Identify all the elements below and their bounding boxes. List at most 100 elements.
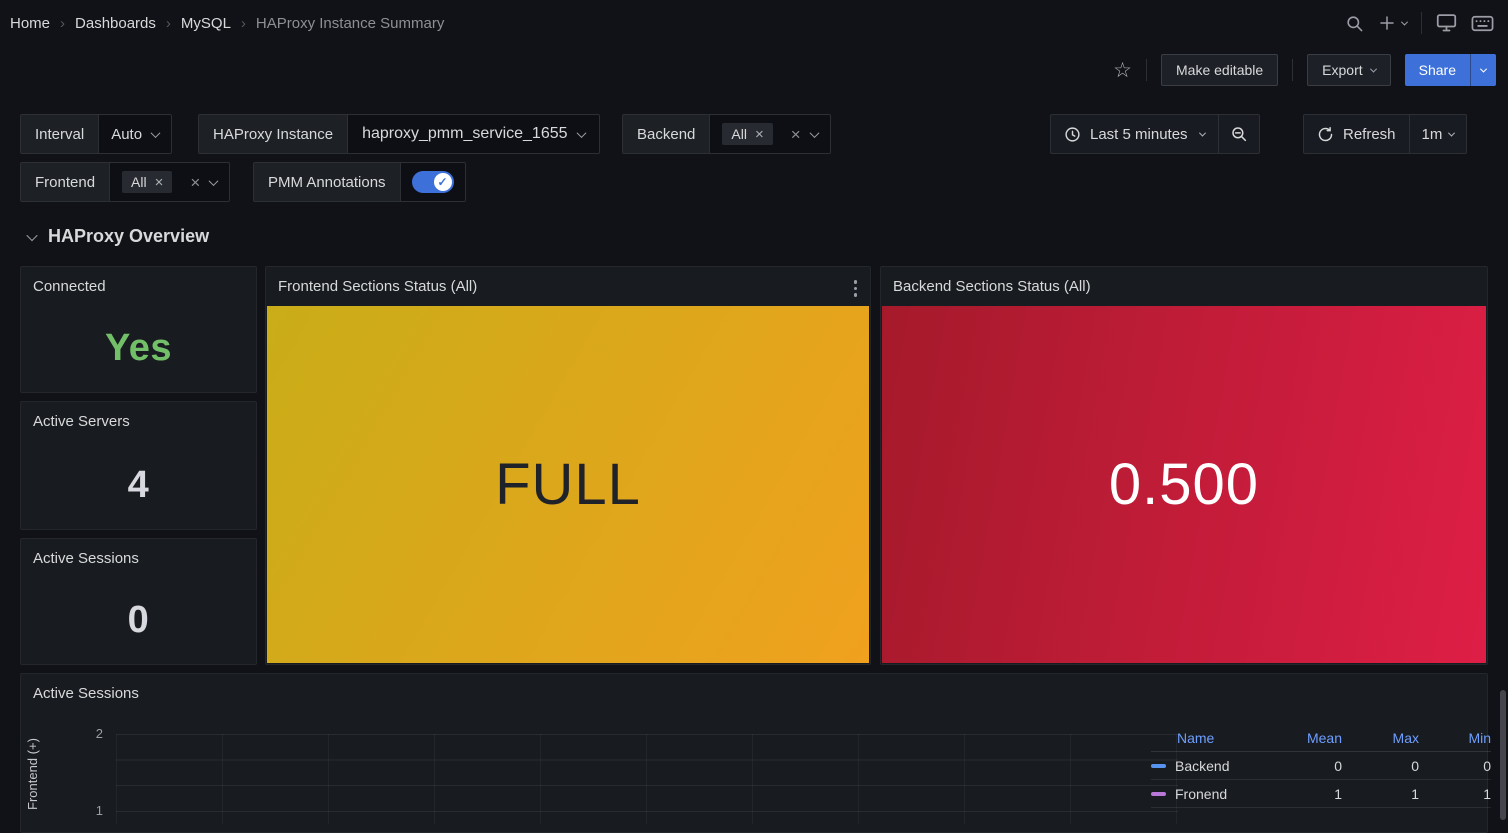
legend-col-max[interactable]: Max: [1342, 730, 1419, 746]
frontend-control: Frontend All × ×: [20, 162, 230, 202]
panel-title[interactable]: Backend Sections Status (All): [881, 267, 1487, 305]
haproxy-instance-value: haproxy_pmm_service_1655: [362, 125, 567, 143]
frontend-status-body: FULL: [267, 306, 869, 663]
breadcrumb-separator: ›: [166, 15, 171, 32]
legend-max-value: 1: [1342, 786, 1419, 802]
interval-select[interactable]: Auto: [99, 115, 171, 153]
backend-sections-status-panel: Backend Sections Status (All) 0.500: [880, 266, 1488, 665]
legend-min-value: 1: [1419, 786, 1491, 802]
make-editable-button[interactable]: Make editable: [1161, 54, 1278, 86]
panel-menu-icon[interactable]: [851, 277, 861, 300]
chevron-down-icon: [1401, 18, 1408, 25]
active-sessions-value: 0: [21, 599, 256, 642]
legend-mean-value: 0: [1262, 758, 1342, 774]
share-button-group: Share: [1405, 54, 1496, 86]
refresh-button[interactable]: Refresh: [1304, 115, 1409, 153]
series-color-swatch: [1151, 792, 1166, 796]
y-axis-label: Frontend (+): [25, 729, 43, 819]
active-sessions-stat-panel: Active Sessions 0: [20, 538, 257, 665]
legend-row-backend: Backend 0 0 0: [1151, 752, 1491, 780]
pmm-annotations-control: PMM Annotations ✓: [253, 162, 466, 202]
legend-series-name[interactable]: Backend: [1175, 758, 1229, 774]
interval-label: Interval: [21, 115, 99, 153]
legend-mean-value: 1: [1262, 786, 1342, 802]
refresh-icon: [1317, 126, 1334, 143]
time-picker-group: Last 5 minutes: [1050, 114, 1260, 154]
refresh-group: Refresh 1m: [1303, 114, 1467, 154]
panel-title[interactable]: Connected: [21, 267, 256, 305]
chevron-down-icon: [1480, 65, 1487, 72]
refresh-label: Refresh: [1343, 126, 1396, 143]
share-dropdown-button[interactable]: [1470, 54, 1496, 86]
y-axis-tick: 2: [73, 726, 103, 741]
breadcrumb-mysql[interactable]: MySQL: [181, 15, 231, 32]
legend-table: Name Mean Max Min Backend 0 0 0 Fronend …: [1151, 724, 1491, 808]
panel-title[interactable]: Active Sessions: [21, 539, 256, 577]
check-icon: ✓: [434, 173, 452, 191]
clock-icon: [1064, 126, 1081, 143]
export-button-label: Export: [1322, 62, 1362, 78]
add-menu-button[interactable]: [1378, 14, 1407, 32]
breadcrumb-home[interactable]: Home: [10, 15, 50, 32]
chevron-down-icon: [576, 128, 586, 138]
breadcrumb-current-page: HAProxy Instance Summary: [256, 15, 444, 32]
pmm-annotations-label: PMM Annotations: [254, 163, 401, 201]
section-haproxy-overview[interactable]: HAProxy Overview: [28, 226, 209, 247]
zoom-out-button[interactable]: [1219, 115, 1259, 153]
frontend-select[interactable]: All × ×: [110, 163, 229, 201]
export-button[interactable]: Export: [1307, 54, 1390, 86]
connected-value: Yes: [21, 327, 256, 370]
divider: [1146, 59, 1147, 81]
breadcrumb: Home › Dashboards › MySQL › HAProxy Inst…: [10, 15, 444, 32]
legend-col-name[interactable]: Name: [1151, 730, 1262, 746]
pmm-annotations-toggle-area: ✓: [401, 163, 465, 201]
breadcrumb-separator: ›: [241, 15, 246, 32]
plus-icon: [1378, 14, 1396, 32]
chart-plot-area[interactable]: [116, 734, 1178, 824]
backend-label: Backend: [623, 115, 710, 153]
remove-value-icon[interactable]: ×: [155, 175, 164, 190]
remove-value-icon[interactable]: ×: [755, 127, 764, 142]
frontend-chip-label: All: [131, 174, 147, 190]
backend-selected-chip[interactable]: All ×: [722, 123, 772, 145]
share-button[interactable]: Share: [1405, 54, 1470, 86]
time-range-label: Last 5 minutes: [1090, 126, 1188, 143]
monitor-icon[interactable]: [1436, 13, 1457, 33]
section-title: HAProxy Overview: [48, 226, 209, 247]
breadcrumb-dashboards[interactable]: Dashboards: [75, 15, 156, 32]
active-servers-panel: Active Servers 4: [20, 401, 257, 530]
frontend-selected-chip[interactable]: All ×: [122, 171, 172, 193]
pmm-annotations-toggle[interactable]: ✓: [412, 171, 454, 193]
haproxy-instance-label: HAProxy Instance: [199, 115, 348, 153]
keyboard-icon[interactable]: [1471, 15, 1494, 32]
frontend-status-value: FULL: [495, 451, 641, 518]
legend-series-name[interactable]: Fronend: [1175, 786, 1227, 802]
legend-col-min[interactable]: Min: [1419, 730, 1491, 746]
haproxy-instance-control: HAProxy Instance haproxy_pmm_service_165…: [198, 114, 600, 154]
star-favorite-icon[interactable]: ☆: [1113, 60, 1132, 81]
clear-all-icon[interactable]: ×: [791, 126, 801, 143]
backend-select[interactable]: All × ×: [710, 115, 829, 153]
frontend-sections-status-panel: Frontend Sections Status (All) FULL: [265, 266, 871, 665]
panel-title[interactable]: Active Sessions: [21, 674, 1487, 712]
dashboard-action-toolbar: ☆ Make editable Export Share: [0, 46, 1508, 94]
refresh-interval-select[interactable]: 1m: [1410, 115, 1467, 153]
chevron-down-icon: [809, 128, 819, 138]
panel-title[interactable]: Active Servers: [21, 402, 256, 440]
search-icon[interactable]: [1345, 14, 1364, 33]
panel-title[interactable]: Frontend Sections Status (All): [266, 267, 870, 305]
legend-max-value: 0: [1342, 758, 1419, 774]
legend-row-fronend: Fronend 1 1 1: [1151, 780, 1491, 808]
connected-panel: Connected Yes: [20, 266, 257, 393]
haproxy-instance-select[interactable]: haproxy_pmm_service_1655: [348, 115, 598, 153]
legend-col-mean[interactable]: Mean: [1262, 730, 1342, 746]
chevron-down-icon: [1199, 129, 1206, 136]
refresh-interval-value: 1m: [1422, 126, 1443, 143]
scrollbar-thumb[interactable]: [1500, 690, 1506, 820]
breadcrumb-bar: Home › Dashboards › MySQL › HAProxy Inst…: [0, 0, 1508, 46]
clear-all-icon[interactable]: ×: [190, 174, 200, 191]
zoom-out-icon: [1230, 125, 1248, 143]
breadcrumb-separator: ›: [60, 15, 65, 32]
interval-control: Interval Auto: [20, 114, 172, 154]
time-range-picker[interactable]: Last 5 minutes: [1051, 115, 1218, 153]
